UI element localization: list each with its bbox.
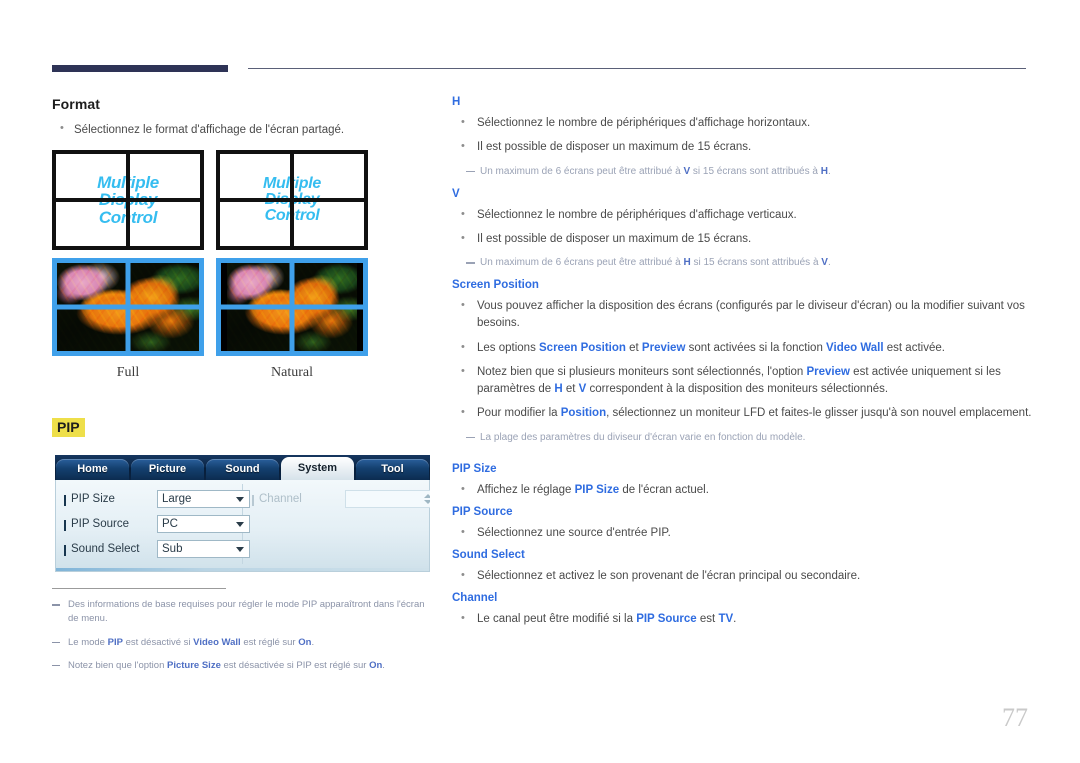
figure-caption-natural: Natural [271, 365, 313, 380]
osd-row-pip-source: PIP Source PC [64, 514, 250, 533]
section-note: Un maximum de 6 écrans peut être attribu… [452, 164, 1032, 179]
osd-tab-tool[interactable]: Tool [356, 459, 429, 480]
osd-label-sound-select: Sound Select [64, 543, 157, 556]
figure-natural: Multiple Display Control [216, 150, 368, 356]
footnote-rule [52, 588, 226, 589]
monitor-wall-natural: Multiple Display Control [216, 150, 368, 250]
osd-tab-sound[interactable]: Sound [206, 459, 279, 480]
osd-value-pip-source: PC [162, 517, 178, 530]
osd-select-pip-source[interactable]: PC [157, 514, 250, 533]
document-page: Format Sélectionnez le format d'affichag… [0, 0, 1080, 763]
section-bullet: Sélectionnez une source d'entrée PIP. [452, 524, 1032, 542]
osd-label-pip-size: PIP Size [64, 493, 157, 506]
osd-select-sound-select[interactable]: Sub [157, 539, 250, 558]
pip-heading: PIP [52, 418, 85, 438]
section-heading-screen-position: Screen Position [452, 279, 539, 291]
section-note: Un maximum de 6 écrans peut être attribu… [452, 255, 1032, 270]
section-heading-sound-select: Sound Select [452, 549, 525, 561]
osd-tab-bar: Home Picture Sound System Tool [55, 455, 430, 480]
figure-caption-full: Full [116, 365, 140, 380]
section-bullet: Le canal peut être modifié si la PIP Sou… [452, 610, 1032, 628]
osd-row-sound-select: Sound Select Sub [64, 539, 250, 558]
photo-wall-natural [216, 258, 368, 356]
osd-tab-home[interactable]: Home [56, 459, 129, 480]
format-bullet: Sélectionnez le format d'affichage de l'… [52, 121, 442, 139]
section-bullet: Vous pouvez afficher la disposition des … [452, 297, 1032, 333]
section-heading-h: H [452, 96, 461, 108]
monitor-wall-full: Multiple Display Control [52, 150, 204, 250]
section-heading-v: V [452, 187, 460, 200]
section-bullet: Affichez le réglage PIP Size de l'écran … [452, 480, 1032, 499]
chevron-up-icon [424, 493, 430, 498]
section-bullet: Sélectionnez le nombre de périphériques … [452, 205, 1032, 224]
osd-value-sound-select: Sub [162, 542, 183, 555]
osd-footer-bar [56, 568, 429, 571]
wall-bezel-horizontal [220, 198, 364, 202]
chevron-down-icon [236, 496, 244, 502]
format-heading: Format [52, 96, 101, 112]
osd-select-pip-size[interactable]: Large [157, 489, 250, 508]
chevron-down-icon [424, 499, 430, 504]
osd-screenshot: Home Picture Sound System Tool PIP Size … [55, 455, 430, 572]
photo-wall-full [52, 258, 204, 356]
photo-bezel-horizontal [57, 304, 199, 310]
osd-tab-picture[interactable]: Picture [131, 459, 204, 480]
right-column: H Sélectionnez le nombre de périphérique… [452, 96, 1032, 636]
osd-tab-system[interactable]: System [281, 457, 354, 480]
wall-bezel-horizontal [56, 198, 200, 202]
osd-value-pip-size: Large [162, 492, 192, 505]
chevron-down-icon [236, 546, 244, 552]
footnote-item: Notez bien que l'option Picture Size est… [52, 659, 432, 673]
osd-label-channel: Channel [252, 493, 345, 506]
section-bullet: Pour modifier la Position, sélectionnez … [452, 404, 1032, 422]
chevron-down-icon [236, 521, 244, 527]
osd-panel: PIP Size Large PIP Source PC Sound Selec… [55, 480, 430, 572]
osd-row-channel: Channel [252, 489, 430, 508]
footnote-item: Le mode PIP est désactivé si Video Wall … [52, 636, 432, 650]
footnote-list: Des informations de base requises pour r… [52, 598, 432, 682]
osd-label-pip-source: PIP Source [64, 518, 157, 531]
section-bullet: Sélectionnez le nombre de périphériques … [452, 114, 1032, 132]
left-column: Format Sélectionnez le format d'affichag… [52, 96, 442, 144]
section-bullet: Les options Screen Position et Preview s… [452, 338, 1032, 357]
footnote-item: Des informations de base requises pour r… [52, 598, 432, 627]
photo-bezel-horizontal [221, 304, 363, 310]
section-note: La plage des paramètres du diviseur d'éc… [452, 430, 1032, 445]
section-heading-channel: Channel [452, 592, 498, 605]
section-bullet: Il est possible de disposer un maximum d… [452, 138, 1032, 156]
section-heading-pip-source: PIP Source [452, 505, 513, 518]
osd-spinner-channel[interactable] [345, 489, 430, 508]
page-number: 77 [1002, 703, 1028, 732]
section-bullet: Il est possible de disposer un maximum d… [452, 230, 1032, 248]
header-accent-bar [52, 65, 228, 72]
figure-full: Multiple Display Control [52, 150, 204, 356]
section-heading-pip-size: PIP Size [452, 462, 497, 475]
section-bullet: Notez bien que si plusieurs moniteurs so… [452, 363, 1032, 399]
osd-row-pip-size: PIP Size Large [64, 489, 250, 508]
header-rule [248, 68, 1026, 69]
section-bullet: Sélectionnez et activez le son provenant… [452, 567, 1032, 585]
